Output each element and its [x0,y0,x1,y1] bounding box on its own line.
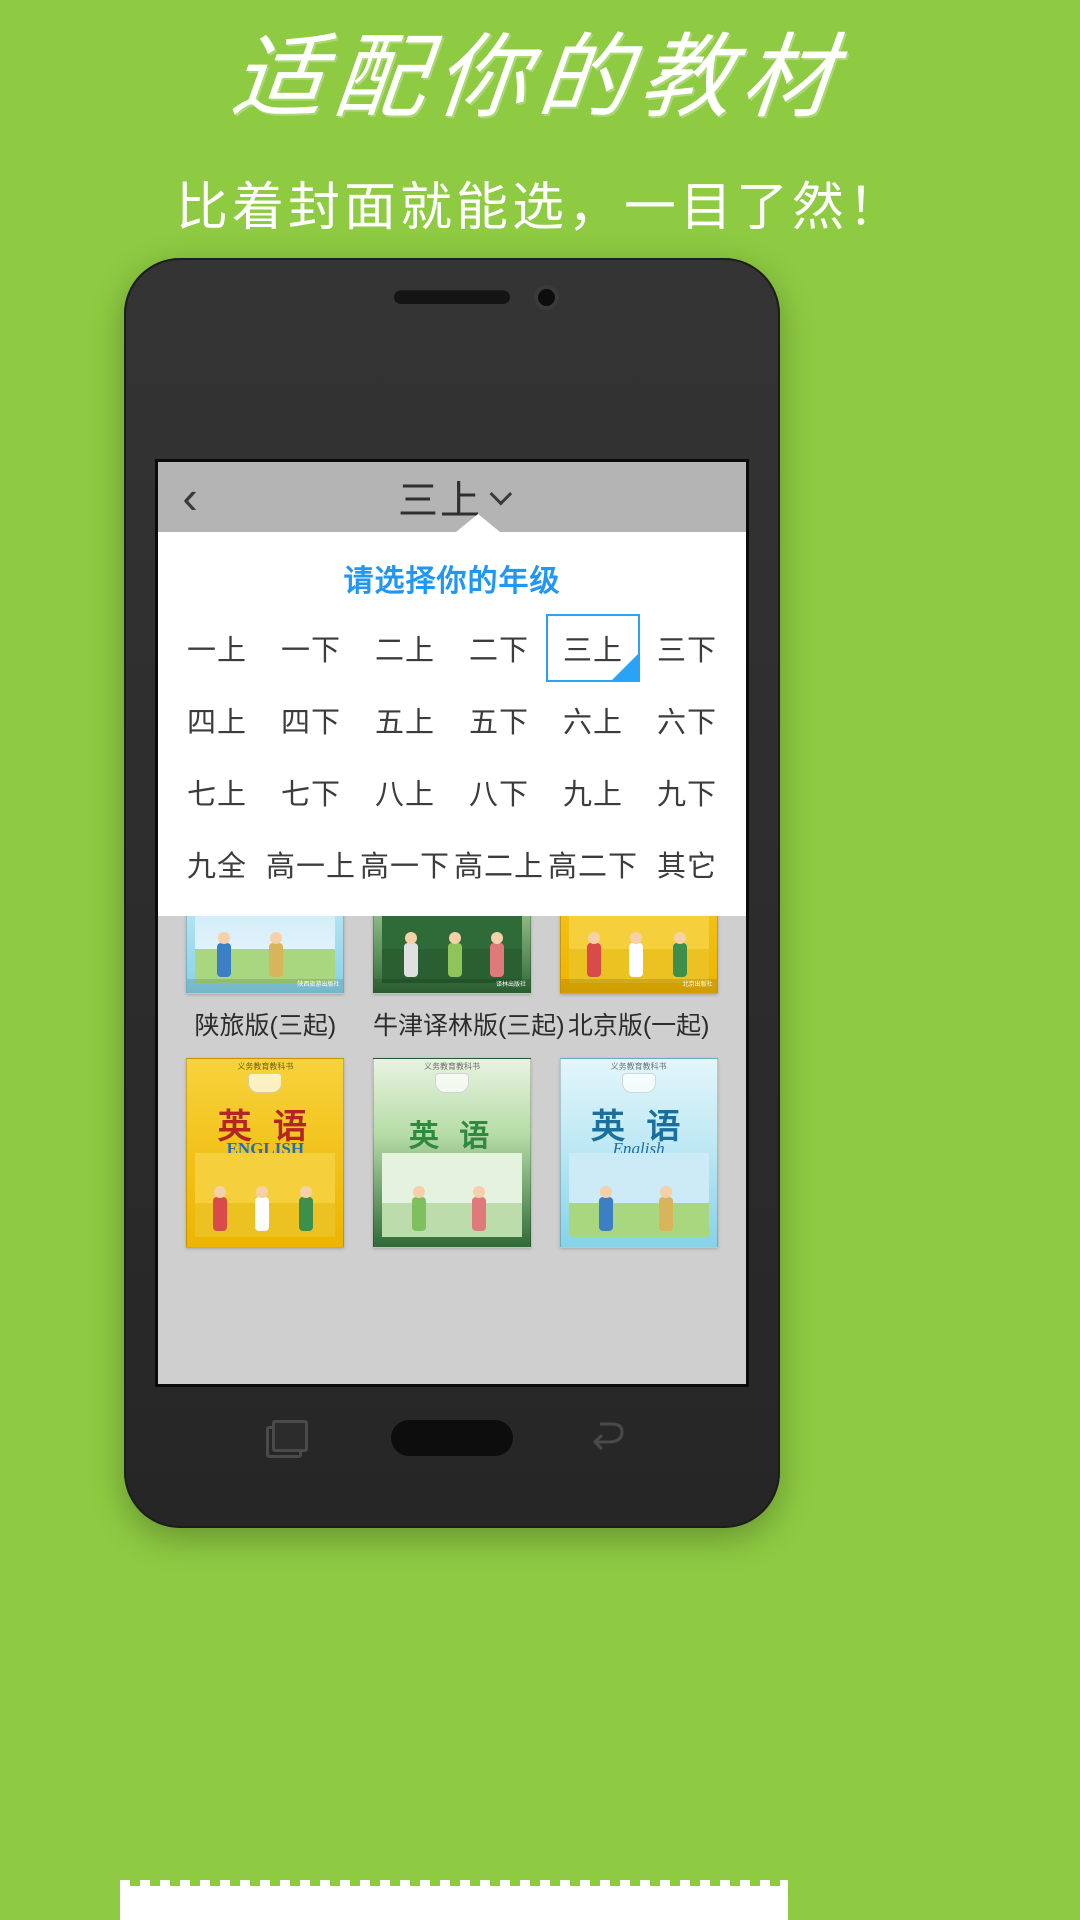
grade-option[interactable]: 七上 [170,758,264,826]
book-item[interactable]: 义务教育教科书 英 语 English (三年级起点) [559,1058,718,1248]
grade-option[interactable]: 九下 [640,758,734,826]
grade-option[interactable]: 高一上 [264,830,358,898]
speaker-grille-icon [394,290,510,304]
grade-option[interactable]: 九上 [546,758,640,826]
book-label: 牛津译林版(三起) [372,1012,565,1040]
book-label: 陕旅版(三起) [194,1012,337,1040]
grade-option[interactable]: 二上 [358,614,452,682]
paper-strip [120,1880,788,1920]
grade-option[interactable]: 六下 [640,686,734,754]
grade-option[interactable]: 八下 [452,758,546,826]
dropdown-notch-icon [456,514,500,532]
cover-publisher: 义务教育教科书 [237,1062,294,1071]
cover-title-cn: 英 语 [408,1120,496,1153]
header-title-group[interactable]: 三上 [158,468,746,526]
book-item[interactable]: 义务教育教科书 英 语 三年级 下册 [372,1058,531,1248]
grade-option[interactable]: 八上 [358,758,452,826]
cover-illustration [381,1153,522,1237]
grade-option[interactable]: 高一下 [358,830,452,898]
cover-footer: 译林出版社 [373,979,530,993]
grade-option-selected[interactable]: 三上 [546,614,640,682]
book-row: 义务教育教科书 英 语 ENGLISH 三年级 下册 [158,1048,746,1254]
cover-illustration [195,1153,336,1237]
grade-dropdown-panel: 请选择你的年级 一上 一下 二上 二下 三上 三下 四上 四下 五上 五下 六上… [158,514,746,916]
book-cover: 义务教育教科书 英 语 三年级 下册 [372,1058,531,1248]
cover-illustration [568,1153,709,1237]
home-pill-icon[interactable] [391,1420,513,1456]
recent-apps-icon[interactable] [262,1418,308,1460]
grade-option[interactable]: 五上 [358,686,452,754]
cover-footer: 北京出版社 [560,979,717,993]
book-cover: 义务教育教科书 英 语 English (三年级起点) [559,1058,718,1248]
android-nav-bar [124,1390,780,1510]
chevron-down-icon [489,482,513,506]
promo-subtitle: 比着封面就能选，一目了然！ [175,178,904,237]
grade-option[interactable]: 一下 [264,614,358,682]
app-header: ‹ 三上 [158,462,746,532]
promo-banner: 适配你的教材 比着封面就能选，一目了然！ [0,0,1080,240]
dropdown-title: 请选择你的年级 [343,565,561,598]
grade-option[interactable]: 五下 [452,686,546,754]
book-cover: 义务教育教科书 英 语 ENGLISH 三年级 下册 [186,1058,345,1248]
check-mark-icon [612,641,638,680]
book-item[interactable]: 义务教育教科书 英 语 ENGLISH 三年级 下册 [186,1058,345,1248]
grade-option[interactable]: 九全 [170,830,264,898]
grade-option[interactable]: 六上 [546,686,640,754]
grade-option[interactable]: 四上 [170,686,264,754]
back-arrow-icon[interactable] [588,1418,634,1460]
cover-footer: 陕西旅游出版社 [187,979,344,993]
cover-emblem-icon [621,1073,656,1093]
grade-option[interactable]: 高二上 [452,830,546,898]
cover-publisher: 义务教育教科书 [423,1062,480,1071]
cover-emblem-icon [248,1073,283,1093]
grade-grid: 一上 一下 二上 二下 三上 三下 四上 四下 五上 五下 六上 六下 七上 七… [158,614,746,898]
grade-option[interactable]: 一上 [170,614,264,682]
grade-option[interactable]: 七下 [264,758,358,826]
phone-mockup: 义务教育教科书 六年级 下册 陕西旅游出版社 陕旅版(三起) [124,258,780,1528]
grade-option[interactable]: 其它 [640,830,734,898]
front-camera-icon [538,289,555,306]
grade-option[interactable]: 高二下 [546,830,640,898]
promo-title: 适配你的教材 [227,27,850,129]
phone-screen: 义务教育教科书 六年级 下册 陕西旅游出版社 陕旅版(三起) [158,462,746,1384]
cover-publisher: 义务教育教科书 [610,1062,667,1071]
book-label: 北京版(一起) [567,1012,710,1040]
grade-option[interactable]: 四下 [264,686,358,754]
grade-option[interactable]: 三下 [640,614,734,682]
cover-emblem-icon [434,1073,469,1093]
grade-option[interactable]: 二下 [452,614,546,682]
